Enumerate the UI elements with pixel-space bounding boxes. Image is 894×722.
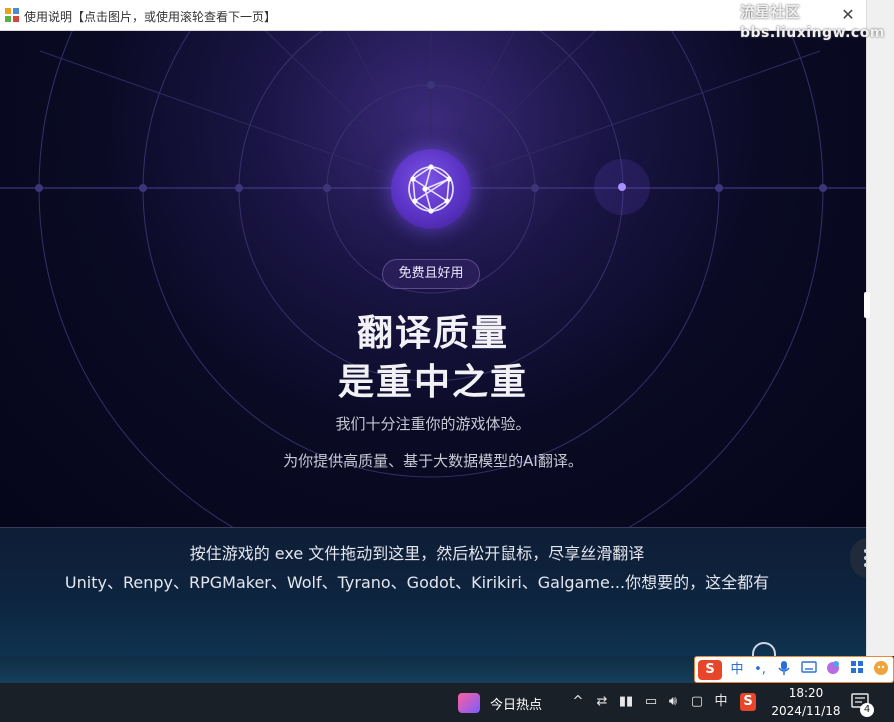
battery-icon[interactable]: ▭ xyxy=(642,693,660,711)
free-badge: 免费且好用 xyxy=(382,259,480,289)
notification-count-badge: 4 xyxy=(860,703,874,717)
globe-logo-icon xyxy=(391,149,471,229)
drop-instruction: 按住游戏的 exe 文件拖动到这里，然后松开鼠标，尽享丝滑翻译 xyxy=(189,544,645,563)
exe-drop-zone[interactable]: 按住游戏的 exe 文件拖动到这里，然后松开鼠标，尽享丝滑翻译 Unity、Re… xyxy=(0,528,866,656)
chat-bubble-icon[interactable] xyxy=(752,642,776,656)
instruction-image[interactable]: 免费且好用 翻译质量 是重中之重 我们十分注重你的游戏体验。 为你提供高质量、基… xyxy=(0,31,866,656)
hero-panel: 免费且好用 翻译质量 是重中之重 我们十分注重你的游戏体验。 为你提供高质量、基… xyxy=(0,31,866,528)
subtitle-line-1: 我们十分注重你的游戏体验。 xyxy=(335,415,531,433)
scrollbar[interactable] xyxy=(866,0,894,656)
display-icon[interactable]: ▢ xyxy=(688,693,706,711)
apps-icon[interactable] xyxy=(847,660,867,680)
news-widget[interactable]: 今日热点 xyxy=(458,692,558,714)
app-icon xyxy=(5,8,19,22)
watermark-line-2: bbs.liuxingw.com xyxy=(740,25,885,41)
ime-mode-toggle[interactable]: 中 xyxy=(727,660,747,680)
news-icon xyxy=(458,693,480,713)
show-hidden-icons-button[interactable]: ^ xyxy=(570,693,586,711)
clock-time[interactable]: 18:20 xyxy=(776,686,836,700)
skin-icon[interactable] xyxy=(823,660,843,680)
window-title: 使用说明【点击图片，或使用滚轮查看下一页】 xyxy=(24,10,277,24)
headline-line-2: 是重中之重 xyxy=(337,362,528,403)
news-label: 今日热点 xyxy=(490,698,543,713)
punctuation-toggle[interactable]: •, xyxy=(751,660,769,680)
subtitle-line-2: 为你提供高质量、基于大数据模型的AI翻译。 xyxy=(283,452,583,470)
keyboard-icon[interactable] xyxy=(799,660,819,680)
volume-icon[interactable]: 🔊︎ xyxy=(664,693,682,711)
clock-date[interactable]: 2024/11/18 xyxy=(768,704,844,718)
watermark-line-1: 流星社区 xyxy=(740,3,801,21)
headline-line-1: 翻译质量 xyxy=(356,313,509,354)
ime-toolbar[interactable]: S 中 •, xyxy=(694,656,894,683)
scrollbar-thumb[interactable] xyxy=(864,292,870,318)
supported-engines: Unity、Renpy、RPGMaker、Wolf、Tyrano、Godot、K… xyxy=(64,573,770,592)
mic-icon[interactable] xyxy=(775,660,793,680)
tray-ime-label[interactable]: 中 xyxy=(712,693,730,711)
sogou-tray-icon[interactable]: S xyxy=(740,693,756,711)
watermark: 流星社区 bbs.liuxingw.com xyxy=(740,0,894,46)
avatar-icon[interactable] xyxy=(871,660,891,680)
side-menu-button[interactable] xyxy=(850,538,866,578)
network-swap-icon[interactable]: ⇄ xyxy=(594,693,610,711)
title-bar: 使用说明【点击图片，或使用滚轮查看下一页】 ✕ xyxy=(0,0,866,31)
app-window: 使用说明【点击图片，或使用滚轮查看下一页】 ✕ 免费且好用 翻译质量 是重中之重… xyxy=(0,0,866,656)
sogou-logo-icon[interactable]: S xyxy=(698,660,722,680)
signal-icon[interactable]: ▮▮ xyxy=(618,693,634,711)
taskbar: 今日热点 ^ ⇄ ▮▮ ▭ 🔊︎ ▢ 中 S 18:20 2024/11/18 … xyxy=(0,683,894,722)
